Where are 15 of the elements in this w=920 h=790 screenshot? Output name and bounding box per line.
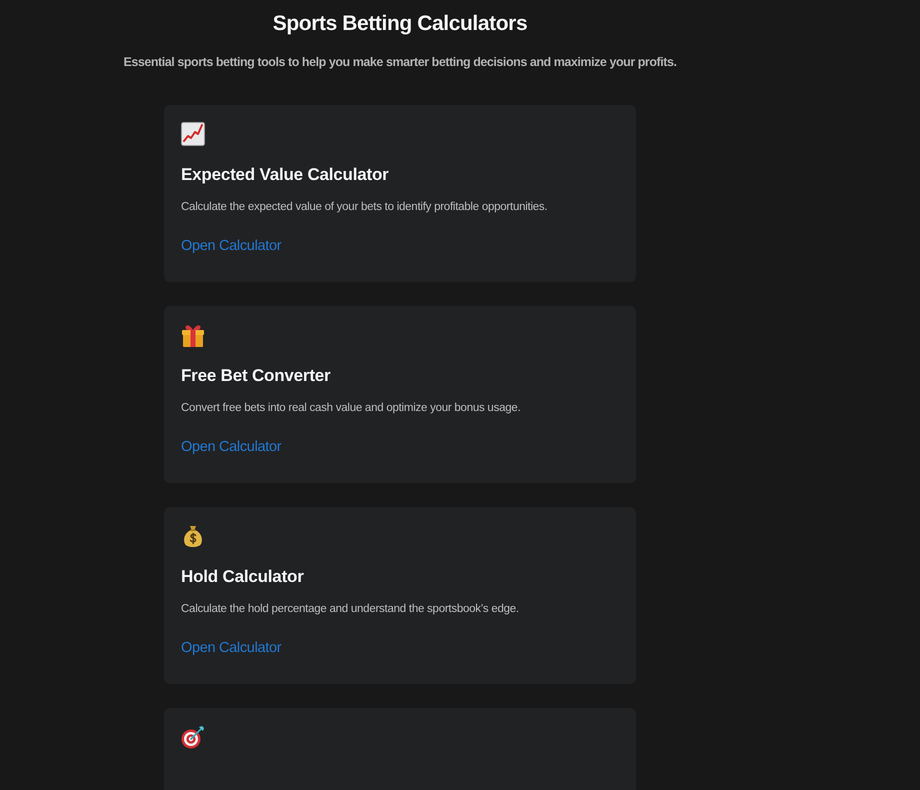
chart-icon — [181, 122, 205, 146]
open-calculator-link[interactable]: Open Calculator — [181, 638, 282, 658]
page-title: Sports Betting Calculators — [272, 11, 528, 37]
target-icon — [181, 725, 205, 749]
card-title: Free Bet Converter — [181, 365, 330, 387]
card-description: Calculate the expected value of your bets to identify profitable opportunities. — [181, 200, 548, 215]
card-title: Hold Calculator — [181, 566, 304, 588]
open-calculator-link[interactable]: Open Calculator — [181, 437, 282, 457]
page-subtitle: Essential sports betting tools to help you make smarter betting decisions and maximize your profits. — [123, 54, 677, 71]
open-calculator-link[interactable]: Open Calculator — [181, 236, 282, 256]
money-bag-icon — [181, 524, 205, 548]
card-description: Convert free bets into real cash value and optimize your bonus usage. — [181, 401, 520, 416]
gift-icon — [181, 323, 205, 347]
card-description: Calculate the hold percentage and understand the sportsbook’s edge. — [181, 602, 519, 617]
card-title: Expected Value Calculator — [181, 164, 389, 186]
